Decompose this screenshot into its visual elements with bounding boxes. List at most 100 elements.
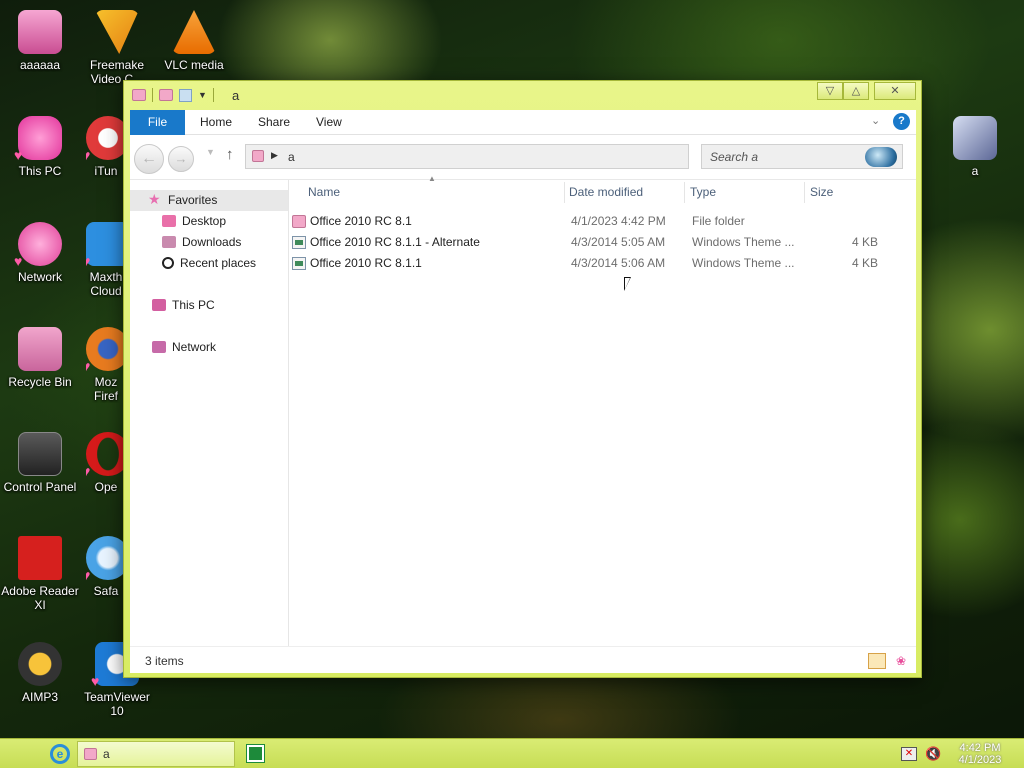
customize-toolbar-icon[interactable]: ▼ [198, 90, 207, 100]
nav-item-downloads[interactable]: Downloads [162, 232, 241, 253]
desktop-icon-opera[interactable]: ♥ Ope [86, 428, 126, 494]
tab-view[interactable]: View [306, 110, 352, 135]
desktop-icon-vlc[interactable]: VLC media [154, 6, 234, 72]
this-pc-icon: ♥ [14, 116, 62, 162]
downloads-icon [162, 236, 176, 248]
desktop-icon-aaaaaa[interactable]: aaaaaa [0, 6, 80, 72]
help-icon[interactable]: ? [893, 113, 910, 130]
adobe-reader-icon [18, 536, 62, 580]
maxthon-icon: ♥ [86, 222, 126, 268]
desktop-icon-adobe-reader[interactable]: Adobe Reader XI [0, 532, 80, 612]
minimize-button[interactable]: ▽ [817, 82, 843, 100]
desktop-icon-this-pc[interactable]: ♥ This PC [0, 112, 80, 178]
desktop-icon-network[interactable]: ♥ Network [0, 218, 80, 284]
new-folder-icon[interactable] [179, 88, 192, 102]
nav-item-desktop[interactable]: Desktop [162, 211, 226, 232]
column-separator[interactable] [804, 182, 805, 203]
column-header-size[interactable]: Size [810, 180, 833, 205]
nav-item-this-pc[interactable]: This PC [152, 295, 215, 316]
quick-access-toolbar: ▼ [132, 88, 214, 102]
clock-time: 4:42 PM [959, 742, 1001, 754]
breadcrumb-arrow-icon[interactable]: ▶ [271, 150, 278, 161]
desktop-icon-firefox[interactable]: ♥ Moz Firef [86, 323, 126, 403]
network-icon [152, 341, 166, 353]
heart-icon: ♥ [14, 147, 23, 163]
recycle-bin-icon [18, 327, 62, 371]
desktop-icon-label: This PC [18, 164, 62, 178]
control-panel-icon [18, 432, 62, 476]
file-list[interactable]: ▲ Name Date modified Type Size Office 20… [290, 174, 916, 647]
desktop-icon-freemake[interactable]: Freemake Video C... [77, 6, 157, 86]
desktop-icon-folder-a[interactable]: a [935, 112, 1015, 178]
taskbar-item-explorer[interactable]: a [77, 741, 235, 767]
table-row[interactable]: Office 2010 RC 8.1.1 4/3/2014 5:06 AM Wi… [290, 253, 916, 274]
breadcrumb[interactable]: a [288, 150, 295, 164]
column-separator[interactable] [564, 182, 565, 203]
content-area: ★ Favorites Desktop Downloads Recent plac… [130, 174, 916, 647]
file-name: Office 2010 RC 8.1.1 - Alternate [310, 235, 480, 249]
nav-item-favorites[interactable]: ★ Favorites [130, 190, 288, 211]
close-button[interactable]: ✕ [874, 82, 916, 100]
desktop-icon-recycle-bin[interactable]: Recycle Bin [0, 323, 80, 389]
address-bar[interactable]: ▶ a ▼ ↻ [245, 144, 789, 169]
properties-icon[interactable] [159, 89, 173, 101]
theme-file-icon [292, 257, 306, 270]
table-row[interactable]: Office 2010 RC 8.1.1 - Alternate 4/3/201… [290, 232, 916, 253]
desktop-icon-maxthon[interactable]: ♥ Maxth Cloud [86, 218, 126, 298]
volume-muted-icon[interactable]: 🔇 [925, 746, 941, 762]
up-button[interactable]: ↑ [226, 146, 234, 163]
desktop-icon-label: a [971, 164, 979, 178]
this-pc-icon [152, 299, 166, 311]
tab-home[interactable]: Home [190, 110, 242, 135]
clock[interactable]: 4:42 PM 4/1/2023 [950, 742, 1010, 766]
column-separator[interactable] [684, 182, 685, 203]
internet-explorer-icon[interactable]: e [50, 744, 70, 764]
item-count: 3 items [145, 654, 184, 668]
column-header-name[interactable]: Name [308, 180, 340, 205]
folder-icon [132, 89, 146, 101]
file-date: 4/3/2014 5:06 AM [571, 256, 666, 270]
desktop-icon-control-panel[interactable]: Control Panel [0, 428, 80, 494]
desktop-icon-safari[interactable]: ♥ Safa [86, 532, 126, 598]
back-button[interactable]: ← [134, 144, 164, 174]
search-input[interactable]: Search a [701, 144, 903, 169]
column-header-type[interactable]: Type [690, 180, 716, 205]
desktop-icon [162, 215, 176, 227]
folder-icon [252, 150, 264, 162]
maximize-button[interactable]: △ [843, 82, 869, 100]
navigation-pane[interactable]: ★ Favorites Desktop Downloads Recent plac… [130, 180, 289, 647]
desktop-icon-label: Maxth Cloud [89, 270, 123, 298]
file-size: 4 KB [851, 235, 878, 249]
desktop-icon-label: Safa [93, 584, 119, 598]
desktop-icon-itunes[interactable]: ♥ iTun [86, 112, 126, 178]
search-placeholder: Search a [710, 150, 759, 164]
explorer-window[interactable]: ▼ a ▽ △ ✕ File Home Share View ⌄ ? ← → ▼… [123, 80, 922, 678]
expand-ribbon-icon[interactable]: ⌄ [871, 114, 880, 127]
toolbar-separator [212, 88, 214, 102]
desktop-icon-aimp3[interactable]: AIMP3 [0, 638, 80, 704]
desktop-icon-label: TeamViewer 10 [84, 690, 150, 718]
file-date: 4/3/2014 5:05 AM [571, 235, 666, 249]
address-row: ← → ▼ ↑ ▶ a ▼ ↻ Search a [130, 135, 916, 179]
toolbar-separator [152, 88, 153, 102]
table-row[interactable]: Office 2010 RC 8.1 4/1/2023 4:42 PM File… [290, 211, 916, 232]
details-view-icon[interactable] [868, 653, 886, 669]
store-icon[interactable] [246, 744, 265, 763]
tab-share[interactable]: Share [248, 110, 300, 135]
desktop-icon-label: aaaaaa [19, 58, 61, 72]
large-icons-view-icon[interactable]: ❀ [893, 653, 909, 669]
desktop-icon-label: Control Panel [3, 480, 77, 494]
ribbon: File Home Share View ⌄ ? [130, 110, 916, 135]
nav-item-recent-places[interactable]: Recent places [162, 253, 256, 274]
safari-icon: ♥ [86, 536, 126, 582]
forward-button[interactable]: → [168, 146, 194, 172]
network-status-icon[interactable]: ✕ [901, 747, 917, 761]
title-bar[interactable]: ▼ a ▽ △ ✕ [124, 81, 921, 109]
tab-file[interactable]: File [130, 110, 185, 135]
column-header-date-modified[interactable]: Date modified [569, 180, 643, 205]
firefox-icon: ♥ [86, 327, 126, 373]
recent-locations-icon[interactable]: ▼ [206, 147, 215, 157]
vlc-icon [172, 10, 216, 54]
nav-item-network[interactable]: Network [152, 337, 216, 358]
search-icon[interactable] [865, 147, 897, 167]
